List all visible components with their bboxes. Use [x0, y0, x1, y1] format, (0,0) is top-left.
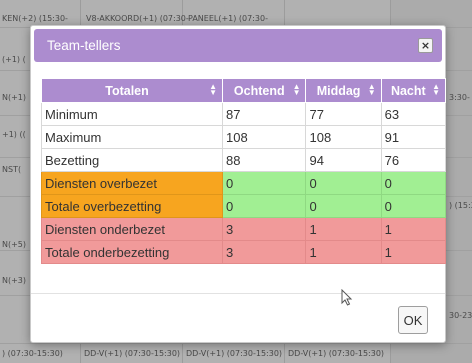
- cell-nacht: 0: [380, 171, 447, 195]
- cell-middag: 1: [305, 240, 382, 264]
- cell-ochtend: 87: [221, 102, 307, 126]
- cell-middag: 0: [305, 171, 382, 195]
- cell-nacht: 0: [380, 194, 447, 218]
- column-header-nacht[interactable]: Nacht ▲ ▼: [380, 78, 447, 103]
- header-label: Totalen: [105, 83, 149, 98]
- row-label: Diensten onderbezet: [41, 217, 223, 241]
- cell-ochtend: 0: [221, 194, 307, 218]
- column-header-middag[interactable]: Middag ▲ ▼: [305, 78, 382, 103]
- table-row: Totale overbezetting 0 0 0: [41, 194, 447, 218]
- sort-icon: ▲ ▼: [209, 82, 217, 97]
- row-label: Bezetting: [41, 148, 223, 172]
- header-label: Ochtend: [233, 83, 285, 98]
- table-row: Diensten onderbezet 3 1 1: [41, 217, 447, 241]
- cell-nacht: 1: [380, 217, 447, 241]
- dialog-footer-divider: [31, 293, 445, 294]
- row-label: Totale onderbezetting: [41, 240, 223, 264]
- cell-ochtend: 88: [221, 148, 307, 172]
- table-row: Maximum 108 108 91: [41, 125, 447, 149]
- cell-middag: 77: [305, 102, 382, 126]
- row-label: Minimum: [41, 102, 223, 126]
- cell-ochtend: 3: [221, 240, 307, 264]
- table-row: Minimum 87 77 63: [41, 102, 447, 126]
- table-row: Totale onderbezetting 3 1 1: [41, 240, 447, 264]
- column-header-totalen[interactable]: Totalen ▲ ▼: [41, 78, 223, 103]
- cell-nacht: 1: [380, 240, 447, 264]
- dialog-title: Team-tellers: [47, 38, 121, 53]
- table-row: Diensten overbezet 0 0 0: [41, 171, 447, 195]
- cell-middag: 0: [305, 194, 382, 218]
- cell-nacht: 76: [380, 148, 447, 172]
- team-tellers-dialog: Team-tellers × Totalen ▲ ▼ Ochtend ▲ ▼ Midda…: [30, 25, 447, 343]
- team-counters-table: Totalen ▲ ▼ Ochtend ▲ ▼ Middag ▲ ▼ Nacht ▲ ▼ Min…: [41, 78, 447, 264]
- cell-nacht: 91: [380, 125, 447, 149]
- ok-button[interactable]: OK: [398, 306, 428, 334]
- header-label: Middag: [316, 83, 361, 98]
- header-label: Nacht: [390, 83, 426, 98]
- cell-middag: 1: [305, 217, 382, 241]
- sort-icon: ▲ ▼: [292, 82, 301, 97]
- sort-icon: ▲ ▼: [367, 82, 376, 97]
- close-icon[interactable]: ×: [418, 38, 433, 53]
- table-row: Bezetting 88 94 76: [41, 148, 447, 172]
- cell-ochtend: 0: [221, 171, 307, 195]
- row-label: Totale overbezetting: [41, 194, 223, 218]
- cell-middag: 94: [305, 148, 382, 172]
- mouse-pointer-icon: [341, 289, 353, 306]
- cell-ochtend: 108: [221, 125, 307, 149]
- sort-icon: ▲ ▼: [432, 82, 440, 97]
- cell-middag: 108: [305, 125, 382, 149]
- cell-nacht: 63: [380, 102, 447, 126]
- column-header-ochtend[interactable]: Ochtend ▲ ▼: [221, 78, 307, 103]
- row-label: Maximum: [41, 125, 223, 149]
- row-label: Diensten overbezet: [41, 171, 223, 195]
- dialog-titlebar[interactable]: Team-tellers ×: [34, 29, 442, 62]
- cell-ochtend: 3: [221, 217, 307, 241]
